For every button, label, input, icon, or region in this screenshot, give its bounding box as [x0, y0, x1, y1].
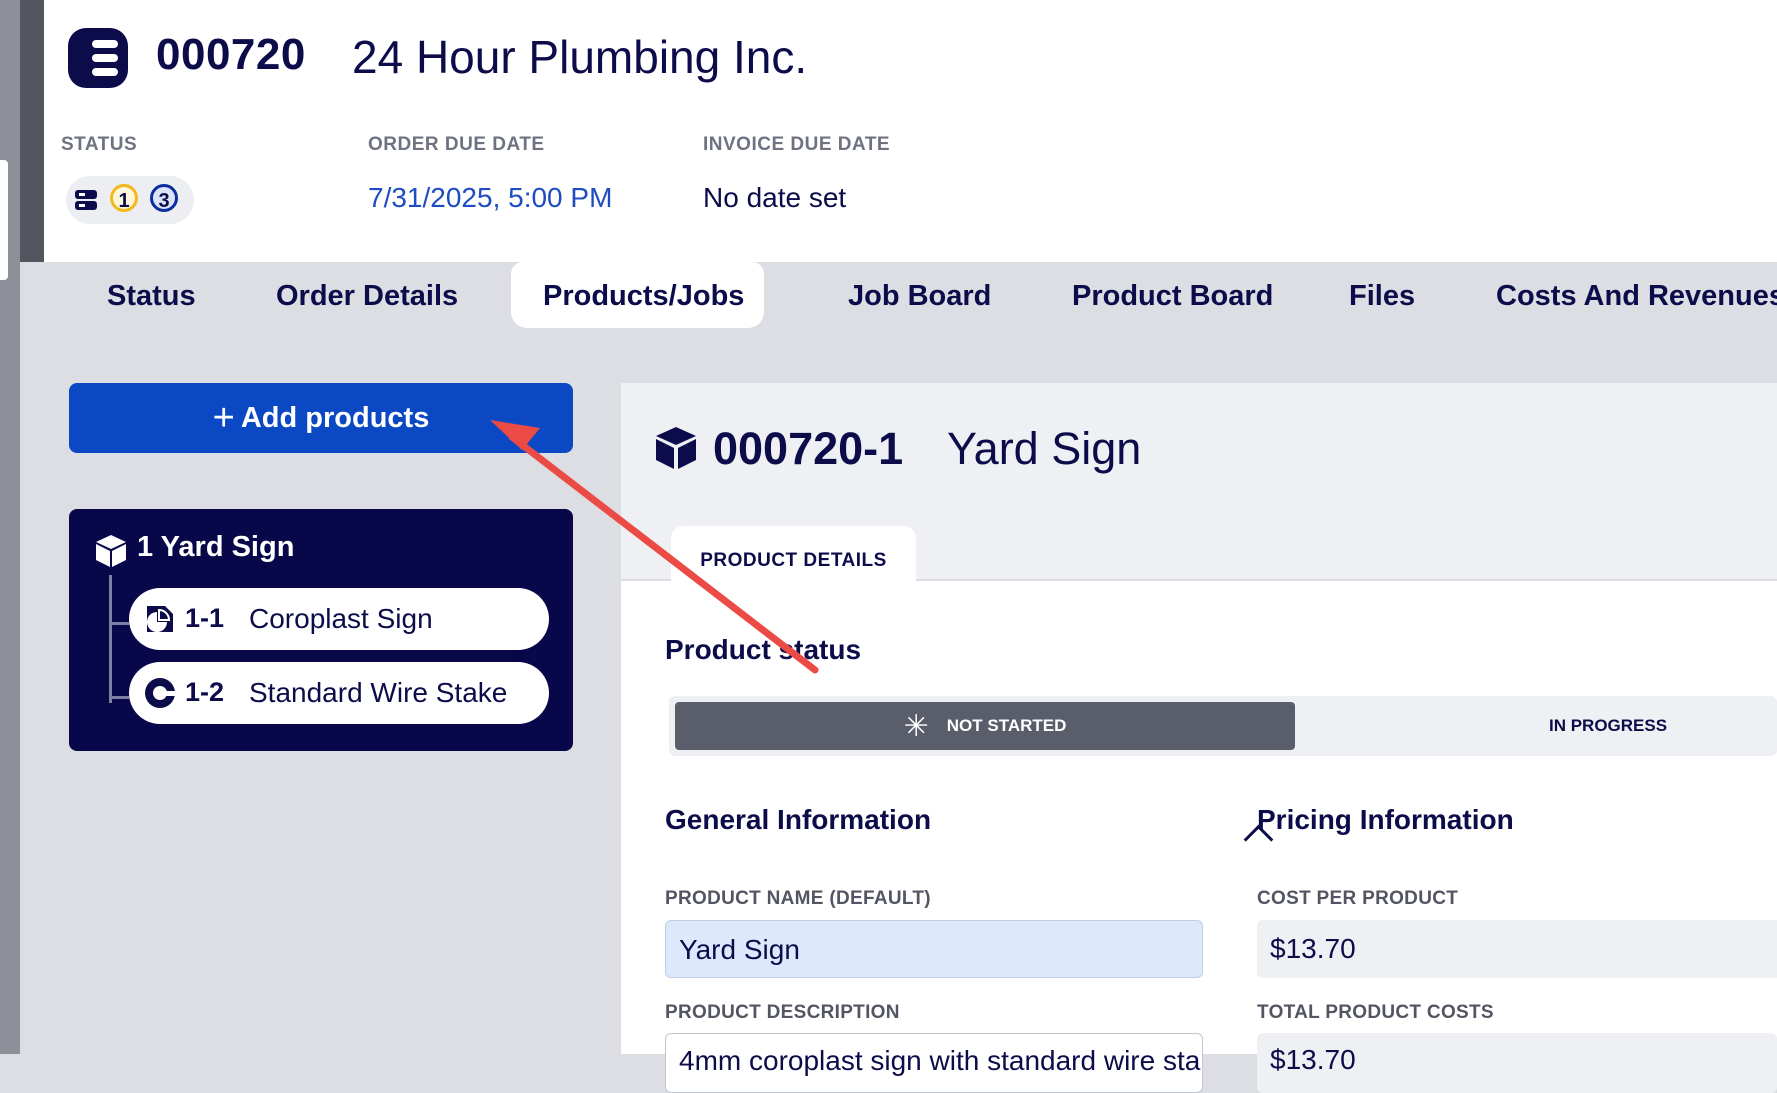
- cube-icon: [96, 535, 126, 567]
- product-status-heading: Product status: [665, 634, 862, 665]
- tree-root-yard-sign[interactable]: 1 Yard Sign: [137, 531, 294, 564]
- status-label: STATUS: [61, 134, 138, 155]
- wrench-icon: [145, 678, 177, 708]
- status-not-started-button[interactable]: ✳ NOT STARTED: [675, 702, 1295, 750]
- coroplast-sign-icon: [147, 606, 173, 632]
- order-icon: [68, 28, 128, 88]
- cube-icon: [656, 427, 696, 469]
- order-due-value[interactable]: 7/31/2025, 5:00 PM: [368, 182, 612, 214]
- status-badge[interactable]: 1 3: [66, 176, 194, 224]
- product-name-field[interactable]: Yard Sign: [665, 920, 1203, 978]
- tree-connector: [109, 696, 129, 699]
- order-header: 000720 24 Hour Plumbing Inc. STATUS ORDE…: [44, 0, 1777, 262]
- tab-job-board[interactable]: Job Board: [816, 262, 1023, 330]
- total-product-costs-field[interactable]: $13.70: [1257, 1033, 1777, 1093]
- invoice-due-label: INVOICE DUE DATE: [703, 134, 891, 155]
- plus-icon: +: [212, 397, 235, 439]
- general-information-heading: General Information: [665, 804, 932, 835]
- tab-products-jobs[interactable]: Products/Jobs: [511, 262, 764, 328]
- rail-handle[interactable]: [0, 160, 8, 280]
- product-title: Yard Sign: [947, 423, 1142, 474]
- product-number: 000720-1: [713, 423, 904, 474]
- product-header: 000720-1 Yard Sign PRODUCT DETAILS: [621, 383, 1777, 581]
- tab-status[interactable]: Status: [75, 262, 228, 330]
- status-stack-icon: [75, 190, 97, 210]
- product-tree: 1 Yard Sign 1-1 Coroplast Sign 1-2 Stand…: [69, 509, 573, 751]
- header-left-strip: [20, 0, 44, 262]
- total-product-costs-label: TOTAL PRODUCT COSTS: [1257, 1002, 1494, 1023]
- cost-per-product-field[interactable]: $13.70: [1257, 920, 1777, 978]
- order-due-label: ORDER DUE DATE: [368, 134, 545, 155]
- invoice-due-value[interactable]: No date set: [703, 182, 846, 214]
- asterisk-icon: ✳: [903, 710, 929, 743]
- tree-connector: [109, 575, 112, 703]
- tab-product-board[interactable]: Product Board: [1040, 262, 1305, 330]
- status-count-yellow: 1: [110, 184, 138, 212]
- product-name-label: PRODUCT NAME (DEFAULT): [665, 888, 931, 909]
- add-products-button[interactable]: + Add products: [69, 383, 573, 453]
- tab-costs-and-revenues[interactable]: Costs And Revenues: [1464, 262, 1777, 330]
- tree-item-number: 1-2: [185, 677, 225, 707]
- add-products-label: Add products: [240, 402, 430, 434]
- tree-item-name: Coroplast Sign: [249, 603, 433, 634]
- pricing-information-heading: Pricing Information: [1257, 804, 1514, 835]
- status-in-progress-button[interactable]: IN PROGRESS: [1549, 702, 1667, 750]
- tree-item-number: 1-1: [185, 603, 225, 633]
- product-description-field[interactable]: 4mm coroplast sign with standard wire st…: [665, 1033, 1203, 1093]
- order-number: 000720: [156, 30, 306, 79]
- status-count-blue: 3: [150, 184, 178, 212]
- tab-order-details[interactable]: Order Details: [244, 262, 490, 330]
- product-status-selector: ✳ NOT STARTED IN PROGRESS: [669, 696, 1777, 756]
- tree-connector: [109, 622, 129, 625]
- tab-files[interactable]: Files: [1317, 262, 1447, 330]
- cost-per-product-label: COST PER PRODUCT: [1257, 888, 1459, 909]
- product-detail-panel: 000720-1 Yard Sign PRODUCT DETAILS Produ…: [621, 383, 1777, 1093]
- tree-item-coroplast-sign[interactable]: 1-1 Coroplast Sign: [129, 588, 549, 650]
- tab-product-details[interactable]: PRODUCT DETAILS: [671, 526, 916, 581]
- order-customer: 24 Hour Plumbing Inc.: [352, 31, 808, 83]
- product-description-label: PRODUCT DESCRIPTION: [665, 1002, 900, 1023]
- app-left-rail: [0, 0, 20, 1054]
- tree-item-standard-wire-stake[interactable]: 1-2 Standard Wire Stake: [129, 662, 549, 724]
- tree-item-name: Standard Wire Stake: [249, 677, 508, 708]
